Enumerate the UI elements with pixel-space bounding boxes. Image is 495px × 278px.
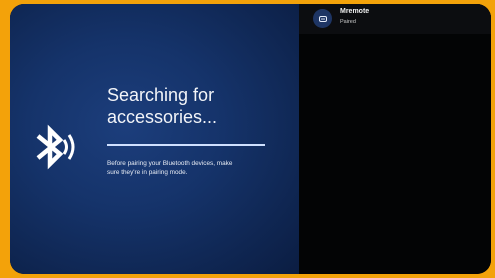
hint-line-2: sure they're in pairing mode. bbox=[107, 169, 188, 176]
remote-icon bbox=[313, 9, 332, 28]
hint-line-1: Before pairing your Bluetooth devices, m… bbox=[107, 160, 233, 167]
search-progress-fill bbox=[107, 144, 265, 146]
device-status: Paired bbox=[340, 19, 356, 25]
bluetooth-searching-icon bbox=[36, 124, 75, 170]
page-title: Searching for accessories... bbox=[107, 84, 287, 128]
pairing-panel: Searching for accessories... Before pair… bbox=[10, 4, 299, 274]
title-line-2: accessories... bbox=[107, 107, 218, 127]
title-line-1: Searching for bbox=[107, 85, 215, 105]
tv-screen: Searching for accessories... Before pair… bbox=[10, 4, 491, 274]
pairing-hint: Before pairing your Bluetooth devices, m… bbox=[107, 159, 277, 177]
device-item-mremote[interactable]: Mremote Paired bbox=[299, 4, 491, 34]
device-list: Mremote Paired bbox=[299, 4, 491, 274]
search-progress-bar bbox=[107, 144, 265, 146]
device-name: Mremote bbox=[340, 8, 370, 15]
